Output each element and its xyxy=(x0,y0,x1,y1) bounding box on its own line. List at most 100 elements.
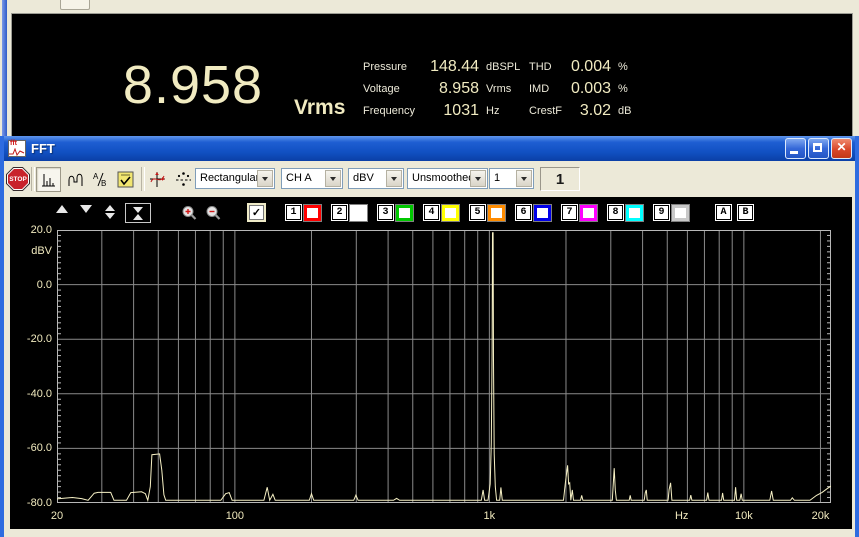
svg-text:A: A xyxy=(93,172,99,181)
chevron-down-icon[interactable] xyxy=(470,170,486,187)
meter-value: 8.958 xyxy=(438,80,479,97)
window-function-value: Rectangular xyxy=(200,172,260,184)
overlay-6-color-swatch[interactable] xyxy=(534,205,551,221)
dots-scale-icon xyxy=(176,172,191,186)
zoom-in-button[interactable] xyxy=(181,205,198,227)
meter-big-value: 8.958 xyxy=(122,55,264,115)
overlay-2-color-swatch[interactable] xyxy=(350,205,367,221)
y-axis-tick-label: -40.0 xyxy=(26,387,52,400)
setup-checklist-button[interactable] xyxy=(113,167,138,192)
meter-label: Voltage xyxy=(363,83,400,95)
down-arrow-icon xyxy=(133,206,143,213)
maximize-icon xyxy=(813,143,822,152)
smoothing-value: Unsmoothed xyxy=(412,172,475,184)
overlay-7-button[interactable]: 7 xyxy=(562,205,577,220)
smoothed-spectrum-icon xyxy=(68,173,82,186)
down-arrow-icon xyxy=(105,213,115,219)
overlay-A-button[interactable]: A xyxy=(716,205,731,220)
spectrum-trace xyxy=(57,232,831,503)
chevron-down-icon[interactable] xyxy=(325,170,341,187)
x-axis-unit-label: Hz xyxy=(674,510,689,522)
zoom-out-button[interactable] xyxy=(205,205,222,227)
y-axis-tick-label: -60.0 xyxy=(26,442,52,455)
y-axis-unit-label: dBV xyxy=(31,245,52,258)
x-axis-tick-label: 10k xyxy=(734,510,753,522)
signal-generator-button[interactable] xyxy=(145,167,170,192)
fft-window: fft FFT ✕ STOP AB Rectangular CH A dBV U… xyxy=(0,136,859,537)
meter-label: Frequency xyxy=(363,105,415,117)
units-value: dBV xyxy=(353,172,374,184)
plot-frame xyxy=(57,230,831,503)
overlay-4-color-swatch[interactable] xyxy=(442,205,459,221)
overlay-2-button[interactable]: 2 xyxy=(332,205,347,220)
close-button[interactable]: ✕ xyxy=(831,138,852,159)
scroll-down-button[interactable] xyxy=(80,205,92,213)
meter-unit: dBSPL xyxy=(486,61,521,73)
fft-window-icon: fft xyxy=(8,140,26,157)
overlay-5-button[interactable]: 5 xyxy=(470,205,485,220)
expand-range-button[interactable] xyxy=(105,205,115,219)
units-combobox[interactable]: dBV xyxy=(348,168,404,189)
meter-big-unit: Vrms xyxy=(294,96,346,119)
overlay-1-color-swatch[interactable] xyxy=(304,205,321,221)
checklist-icon xyxy=(117,171,134,188)
fft-window-title: FFT xyxy=(31,141,55,156)
meter-label: CrestF xyxy=(529,105,562,117)
overlay-3-color-swatch[interactable] xyxy=(396,205,413,221)
up-arrow-icon xyxy=(133,213,143,220)
meter-unit: Hz xyxy=(486,105,500,117)
minimize-button[interactable] xyxy=(785,138,806,159)
channel-combobox[interactable]: CH A xyxy=(281,168,343,189)
scroll-up-button[interactable] xyxy=(56,205,68,213)
ab-compare-icon: AB xyxy=(93,172,106,188)
window-function-combobox[interactable]: Rectangular xyxy=(195,168,275,189)
overlay-B-button[interactable]: B xyxy=(738,205,753,220)
meter-label: Pressure xyxy=(363,61,408,73)
overlay-9-color-swatch[interactable] xyxy=(672,205,689,221)
overlay-3-button[interactable]: 3 xyxy=(378,205,393,220)
overlay-1-button[interactable]: 1 xyxy=(286,205,301,220)
y-axis-tick-label: 0.0 xyxy=(36,278,52,291)
chevron-down-icon[interactable] xyxy=(386,170,402,187)
background-window-tab[interactable] xyxy=(60,0,90,10)
meter-window: 8.958 Vrms Pressure 148.44 dBSPL THD 0.004% V… xyxy=(0,0,859,137)
meter-unit: Vrms xyxy=(486,83,512,95)
fit-scale-button[interactable] xyxy=(171,167,196,192)
averages-value: 1 xyxy=(494,172,501,184)
overlay-4-button[interactable]: 4 xyxy=(424,205,439,220)
zoom-in-icon xyxy=(182,206,197,220)
up-arrow-icon xyxy=(105,205,115,211)
x-axis-tick-label: 1k xyxy=(483,510,496,522)
fft-titlebar[interactable]: fft FFT ✕ xyxy=(4,136,855,161)
meter-unit: dB xyxy=(618,105,632,117)
overlay-6-button[interactable]: 6 xyxy=(516,205,531,220)
spectrum-mode-button[interactable] xyxy=(36,167,61,192)
ab-compare-button[interactable]: AB xyxy=(88,167,113,192)
overlay-8-color-swatch[interactable] xyxy=(626,205,643,221)
stop-sign-icon: STOP xyxy=(6,167,30,191)
chevron-down-icon[interactable] xyxy=(257,170,273,187)
averages-combobox[interactable]: 1 xyxy=(489,168,534,189)
overlay-8-button[interactable]: 8 xyxy=(608,205,623,220)
fit-vertical-button[interactable] xyxy=(125,203,151,223)
x-axis-tick-label: 20 xyxy=(50,510,64,522)
maximize-button[interactable] xyxy=(808,138,829,159)
x-axis-tick-label: 100 xyxy=(225,510,245,522)
smoothing-combobox[interactable]: Unsmoothed xyxy=(407,168,488,189)
meter-readings: Pressure 148.44 dBSPL THD 0.004% Voltage 8.958… xyxy=(363,56,635,122)
chevron-down-icon[interactable] xyxy=(516,170,532,187)
fft-chart-panel: ✓ 1 2 3 4 5 6 7 8 9 AB 20.0 dBV 0.0 -20.0 -40.0 -60.0 -… xyxy=(10,197,852,529)
meter-label: THD xyxy=(529,61,552,73)
overlay-7-color-swatch[interactable] xyxy=(580,205,597,221)
overlay-5-color-swatch[interactable] xyxy=(488,205,505,221)
meter-window-left-border xyxy=(2,0,7,136)
meter-value: 0.003 xyxy=(570,80,611,97)
y-axis-tick-label: -80.0 xyxy=(26,497,52,509)
octave-band-mode-button[interactable] xyxy=(63,167,88,192)
overlay-9-button[interactable]: 9 xyxy=(654,205,669,220)
minimize-icon xyxy=(790,151,798,154)
spectrum-plot[interactable] xyxy=(57,230,831,503)
stop-button[interactable]: STOP xyxy=(6,167,30,191)
spectrum-bars-icon xyxy=(42,174,55,187)
overlay-visibility-checkbox[interactable]: ✓ xyxy=(249,205,264,220)
